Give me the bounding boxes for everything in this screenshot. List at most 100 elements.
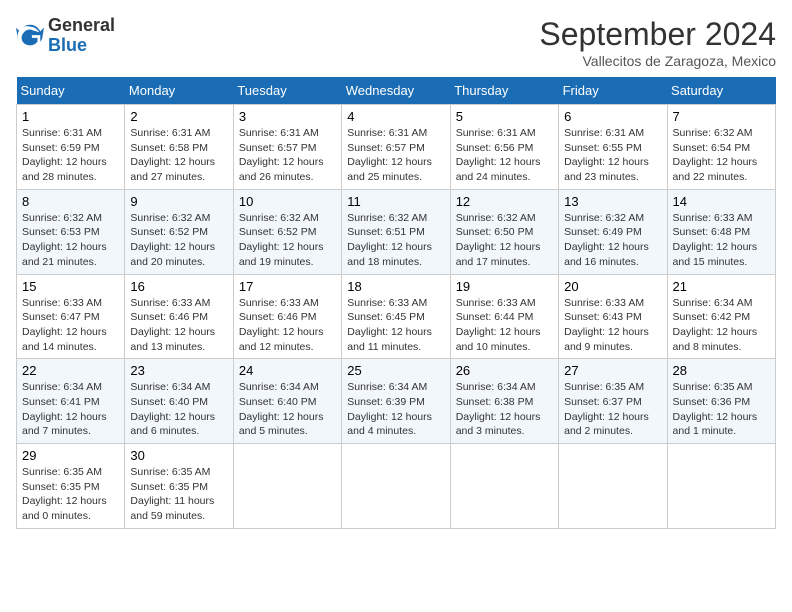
day-info: Sunrise: 6:35 AM Sunset: 6:35 PM Dayligh… (130, 465, 227, 524)
calendar-cell: 29 Sunrise: 6:35 AM Sunset: 6:35 PM Dayli… (17, 444, 125, 529)
day-info: Sunrise: 6:33 AM Sunset: 6:46 PM Dayligh… (239, 296, 336, 355)
day-info: Sunrise: 6:33 AM Sunset: 6:46 PM Dayligh… (130, 296, 227, 355)
calendar-cell: 30 Sunrise: 6:35 AM Sunset: 6:35 PM Dayli… (125, 444, 233, 529)
calendar-cell: 25 Sunrise: 6:34 AM Sunset: 6:39 PM Dayli… (342, 359, 450, 444)
calendar-cell (667, 444, 775, 529)
calendar-cell: 11 Sunrise: 6:32 AM Sunset: 6:51 PM Dayli… (342, 189, 450, 274)
day-number: 22 (22, 363, 119, 378)
day-number: 12 (456, 194, 553, 209)
calendar-week-row: 29 Sunrise: 6:35 AM Sunset: 6:35 PM Dayli… (17, 444, 776, 529)
day-number: 15 (22, 279, 119, 294)
day-info: Sunrise: 6:31 AM Sunset: 6:59 PM Dayligh… (22, 126, 119, 185)
title-block: September 2024 Vallecitos de Zaragoza, M… (539, 16, 776, 69)
day-number: 2 (130, 109, 227, 124)
day-number: 8 (22, 194, 119, 209)
calendar-cell: 10Sunrise: 6:32 AM Sunset: 6:52 PM Dayli… (233, 189, 341, 274)
day-header-tuesday: Tuesday (233, 77, 341, 105)
day-header-monday: Monday (125, 77, 233, 105)
day-info: Sunrise: 6:34 AM Sunset: 6:39 PM Dayligh… (347, 380, 444, 439)
day-info: Sunrise: 6:32 AM Sunset: 6:51 PM Dayligh… (347, 211, 444, 270)
calendar-cell: 22Sunrise: 6:34 AM Sunset: 6:41 PM Dayli… (17, 359, 125, 444)
calendar-cell: 2 Sunrise: 6:31 AM Sunset: 6:58 PM Daylig… (125, 105, 233, 190)
day-info: Sunrise: 6:33 AM Sunset: 6:48 PM Dayligh… (673, 211, 770, 270)
day-info: Sunrise: 6:31 AM Sunset: 6:57 PM Dayligh… (347, 126, 444, 185)
calendar-cell: 9 Sunrise: 6:32 AM Sunset: 6:52 PM Daylig… (125, 189, 233, 274)
day-number: 11 (347, 194, 444, 209)
day-info: Sunrise: 6:32 AM Sunset: 6:54 PM Dayligh… (673, 126, 770, 185)
day-number: 1 (22, 109, 119, 124)
day-info: Sunrise: 6:34 AM Sunset: 6:38 PM Dayligh… (456, 380, 553, 439)
day-number: 21 (673, 279, 770, 294)
location-subtitle: Vallecitos de Zaragoza, Mexico (539, 53, 776, 69)
day-number: 24 (239, 363, 336, 378)
day-info: Sunrise: 6:33 AM Sunset: 6:45 PM Dayligh… (347, 296, 444, 355)
logo-text: General Blue (48, 16, 115, 56)
calendar-cell: 17 Sunrise: 6:33 AM Sunset: 6:46 PM Dayli… (233, 274, 341, 359)
calendar-cell: 23 Sunrise: 6:34 AM Sunset: 6:40 PM Dayli… (125, 359, 233, 444)
calendar-cell: 8Sunrise: 6:32 AM Sunset: 6:53 PM Daylig… (17, 189, 125, 274)
calendar-week-row: 22Sunrise: 6:34 AM Sunset: 6:41 PM Dayli… (17, 359, 776, 444)
calendar-cell: 3 Sunrise: 6:31 AM Sunset: 6:57 PM Daylig… (233, 105, 341, 190)
day-info: Sunrise: 6:33 AM Sunset: 6:43 PM Dayligh… (564, 296, 661, 355)
day-info: Sunrise: 6:31 AM Sunset: 6:57 PM Dayligh… (239, 126, 336, 185)
day-number: 4 (347, 109, 444, 124)
day-number: 13 (564, 194, 661, 209)
calendar-cell: 27 Sunrise: 6:35 AM Sunset: 6:37 PM Dayli… (559, 359, 667, 444)
day-number: 5 (456, 109, 553, 124)
day-info: Sunrise: 6:35 AM Sunset: 6:35 PM Dayligh… (22, 465, 119, 524)
day-number: 29 (22, 448, 119, 463)
day-number: 17 (239, 279, 336, 294)
calendar-cell: 24Sunrise: 6:34 AM Sunset: 6:40 PM Dayli… (233, 359, 341, 444)
day-info: Sunrise: 6:32 AM Sunset: 6:52 PM Dayligh… (239, 211, 336, 270)
calendar-cell: 6Sunrise: 6:31 AM Sunset: 6:55 PM Daylig… (559, 105, 667, 190)
day-info: Sunrise: 6:31 AM Sunset: 6:55 PM Dayligh… (564, 126, 661, 185)
logo-icon (16, 22, 44, 50)
calendar-cell: 28 Sunrise: 6:35 AM Sunset: 6:36 PM Dayli… (667, 359, 775, 444)
day-number: 20 (564, 279, 661, 294)
day-info: Sunrise: 6:34 AM Sunset: 6:42 PM Dayligh… (673, 296, 770, 355)
day-number: 19 (456, 279, 553, 294)
day-number: 27 (564, 363, 661, 378)
calendar-cell: 21 Sunrise: 6:34 AM Sunset: 6:42 PM Dayli… (667, 274, 775, 359)
day-info: Sunrise: 6:33 AM Sunset: 6:47 PM Dayligh… (22, 296, 119, 355)
day-header-saturday: Saturday (667, 77, 775, 105)
calendar-cell (342, 444, 450, 529)
calendar-cell (559, 444, 667, 529)
day-number: 9 (130, 194, 227, 209)
day-info: Sunrise: 6:31 AM Sunset: 6:58 PM Dayligh… (130, 126, 227, 185)
logo: General Blue (16, 16, 115, 56)
calendar-cell: 15 Sunrise: 6:33 AM Sunset: 6:47 PM Dayli… (17, 274, 125, 359)
day-number: 3 (239, 109, 336, 124)
day-number: 25 (347, 363, 444, 378)
calendar-cell: 14 Sunrise: 6:33 AM Sunset: 6:48 PM Dayli… (667, 189, 775, 274)
day-number: 7 (673, 109, 770, 124)
calendar-week-row: 15 Sunrise: 6:33 AM Sunset: 6:47 PM Dayli… (17, 274, 776, 359)
calendar-cell: 18Sunrise: 6:33 AM Sunset: 6:45 PM Dayli… (342, 274, 450, 359)
calendar-week-row: 1 Sunrise: 6:31 AM Sunset: 6:59 PM Daylig… (17, 105, 776, 190)
day-info: Sunrise: 6:31 AM Sunset: 6:56 PM Dayligh… (456, 126, 553, 185)
day-number: 26 (456, 363, 553, 378)
calendar-cell: 19 Sunrise: 6:33 AM Sunset: 6:44 PM Dayli… (450, 274, 558, 359)
day-number: 28 (673, 363, 770, 378)
calendar-cell: 20 Sunrise: 6:33 AM Sunset: 6:43 PM Dayli… (559, 274, 667, 359)
calendar-cell (233, 444, 341, 529)
day-info: Sunrise: 6:35 AM Sunset: 6:36 PM Dayligh… (673, 380, 770, 439)
day-info: Sunrise: 6:34 AM Sunset: 6:40 PM Dayligh… (130, 380, 227, 439)
day-info: Sunrise: 6:35 AM Sunset: 6:37 PM Dayligh… (564, 380, 661, 439)
day-info: Sunrise: 6:33 AM Sunset: 6:44 PM Dayligh… (456, 296, 553, 355)
calendar-table: SundayMondayTuesdayWednesdayThursdayFrid… (16, 77, 776, 529)
calendar-cell: 4 Sunrise: 6:31 AM Sunset: 6:57 PM Daylig… (342, 105, 450, 190)
calendar-cell: 16Sunrise: 6:33 AM Sunset: 6:46 PM Dayli… (125, 274, 233, 359)
day-header-wednesday: Wednesday (342, 77, 450, 105)
calendar-cell (450, 444, 558, 529)
day-info: Sunrise: 6:32 AM Sunset: 6:52 PM Dayligh… (130, 211, 227, 270)
calendar-header-row: SundayMondayTuesdayWednesdayThursdayFrid… (17, 77, 776, 105)
day-header-sunday: Sunday (17, 77, 125, 105)
day-info: Sunrise: 6:32 AM Sunset: 6:49 PM Dayligh… (564, 211, 661, 270)
day-number: 14 (673, 194, 770, 209)
month-title: September 2024 (539, 16, 776, 53)
calendar-cell: 7 Sunrise: 6:32 AM Sunset: 6:54 PM Daylig… (667, 105, 775, 190)
day-number: 23 (130, 363, 227, 378)
day-header-friday: Friday (559, 77, 667, 105)
day-number: 30 (130, 448, 227, 463)
